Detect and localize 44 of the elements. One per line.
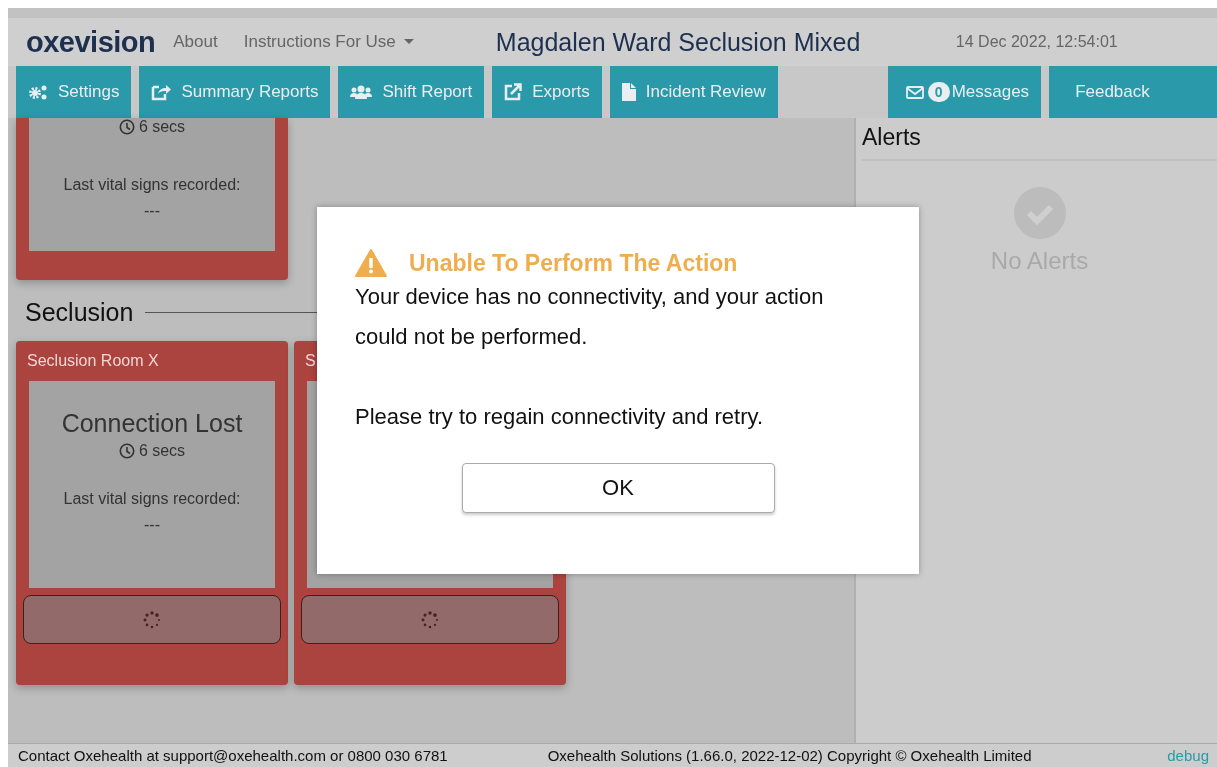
alerts-title: Alerts xyxy=(862,118,1217,161)
gears-icon xyxy=(28,84,48,100)
dialog-message: Please try to regain connectivity and retry. xyxy=(355,403,764,431)
vitals-label: Last vital signs recorded: xyxy=(63,490,241,508)
nav-tab[interactable]: Incident Review xyxy=(609,66,778,118)
nav-tab[interactable]: Settings xyxy=(16,66,132,118)
elapsed-time: 6 secs xyxy=(138,118,186,136)
nav-tab[interactable]: Shift Report xyxy=(338,66,485,118)
share-icon xyxy=(151,83,172,101)
loading-button[interactable] xyxy=(23,595,281,644)
room-title: Seclusion Room X xyxy=(27,351,160,371)
nav-tab[interactable]: 0 Messages xyxy=(887,66,1042,118)
users-icon xyxy=(350,85,373,99)
elapsed-time: 6 secs xyxy=(138,442,186,460)
ward-title: Magdalen Ward Seclusion Mixed xyxy=(495,27,862,57)
dialog-title: Unable To Perform The Action xyxy=(409,249,738,277)
header-link[interactable]: About xyxy=(173,32,218,52)
debug-link[interactable]: debug xyxy=(1167,747,1209,764)
ok-button[interactable]: OK xyxy=(461,463,775,513)
vitals-value: --- xyxy=(144,202,160,220)
vitals-value: --- xyxy=(144,516,160,534)
nav-tab[interactable]: Summary Reports xyxy=(139,66,331,118)
warning-icon xyxy=(355,249,387,277)
loading-button[interactable] xyxy=(301,595,559,644)
header-link[interactable]: Instructions For Use xyxy=(243,32,414,52)
section-heading: Seclusion xyxy=(25,298,134,327)
spinner-icon xyxy=(143,610,161,629)
spinner-icon xyxy=(421,610,439,629)
logo[interactable]: oxevision xyxy=(26,25,156,59)
vitals-label: Last vital signs recorded: xyxy=(63,176,241,194)
date-time: 14 Dec 2022, 12:54:01 xyxy=(955,33,1118,51)
copyright-text: Oxehealth Solutions (1.66.0, 2022-12-02) Copyright © Oxehealth Limited xyxy=(547,747,1032,764)
clock-icon xyxy=(118,443,135,459)
envelope-icon xyxy=(905,85,924,99)
message-count-badge: 0 xyxy=(927,82,950,102)
room-status: Connection Lost xyxy=(61,409,243,438)
clock-icon xyxy=(118,119,135,135)
nav-tab[interactable]: Feedback xyxy=(1049,66,1217,118)
external-link-icon xyxy=(504,83,523,101)
contact-text: Contact Oxehealth at support@oxehealth.com or 0800 030 6781 xyxy=(18,747,448,764)
dialog-message: Your device has no connectivity, and your action could not be performed. xyxy=(355,283,825,351)
nav-tab[interactable]: Exports xyxy=(492,66,602,118)
document-icon xyxy=(621,83,636,101)
room-title: S xyxy=(305,351,317,371)
